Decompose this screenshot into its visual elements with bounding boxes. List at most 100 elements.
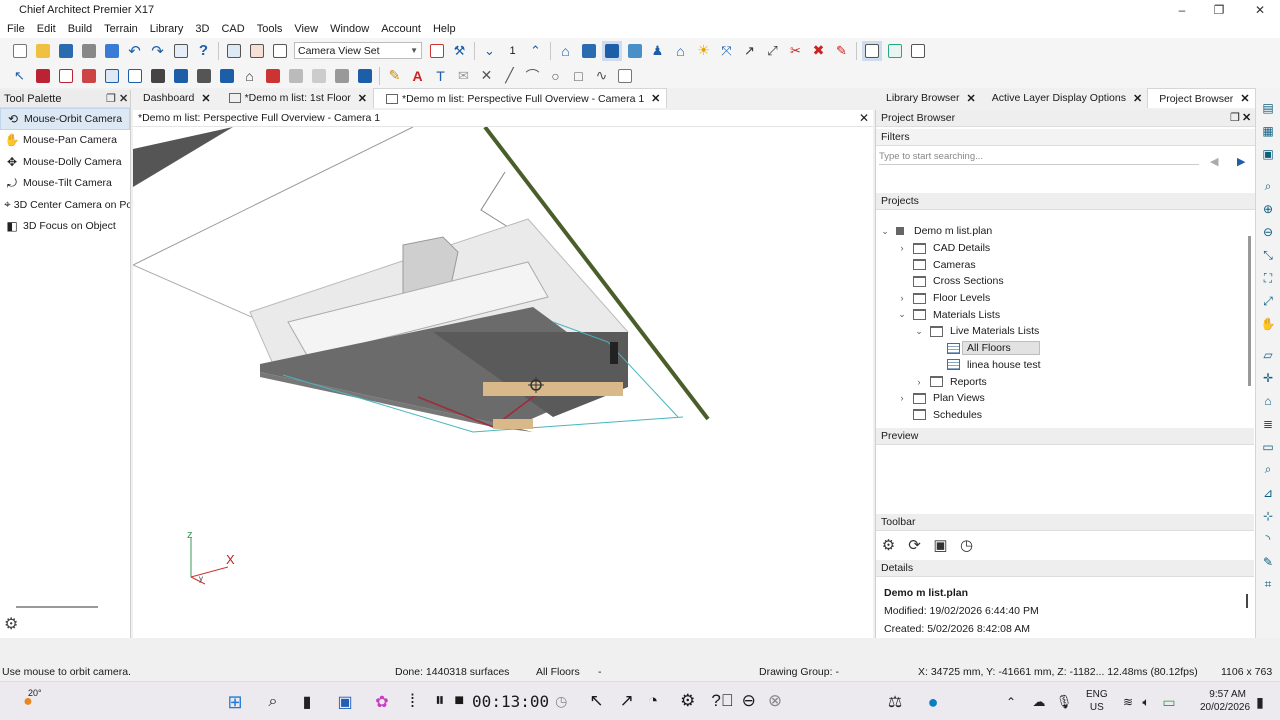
redo-icon[interactable]: ↷ [148,41,168,61]
zoom-out-icon[interactable]: ⊖ [1259,223,1277,241]
home-icon[interactable]: ⌂ [671,41,691,61]
measure-icon[interactable]: ⊿ [1259,484,1277,502]
print-icon[interactable] [79,41,99,61]
terrain-icon[interactable] [309,66,329,86]
page-icon[interactable]: ▭ [1259,438,1277,456]
palette-item[interactable]: ⟲ Mouse-Orbit Camera [0,108,130,130]
close-tab-icon[interactable]: ✕ [201,92,210,105]
close-circle-icon[interactable]: ⊗ [768,691,782,711]
layout-icon[interactable] [171,41,191,61]
tree-item[interactable]: › Reports [876,373,1246,390]
microphone-icon[interactable]: 🎙︎ [1056,691,1073,713]
clock[interactable]: 9:57 AM 20/02/2026 [1200,688,1250,714]
expand-chevron-icon[interactable]: ⌄ [880,226,890,237]
menu-help[interactable]: Help [427,23,462,35]
dimension-icon[interactable] [148,66,168,86]
menu-terrain[interactable]: Terrain [98,23,144,35]
menu-tools[interactable]: Tools [251,23,289,35]
cube-icon[interactable] [355,66,375,86]
rectangle-icon[interactable]: □ [569,66,589,86]
drag-handle-icon[interactable]: ⁞ [410,691,415,712]
cabinet-icon[interactable] [56,66,76,86]
panel-icon[interactable]: ▤ [1259,99,1277,117]
checkbox-icon[interactable] [427,41,447,61]
doc-tab[interactable]: Dashboard ✕ [131,88,217,108]
search-icon[interactable]: ⌕ [262,691,284,713]
menu-file[interactable]: File [1,23,31,35]
menu-window[interactable]: Window [324,23,375,35]
floor-up-icon[interactable]: ⌃ [526,41,546,61]
plane-icon[interactable]: ▱ [1259,346,1277,364]
help-icon[interactable]: ? [194,41,214,61]
tree-item[interactable]: linea house test [876,357,1246,374]
fit-icon[interactable]: ⛶ [1259,269,1277,287]
side-panel-tab[interactable]: Active Layer Display Options ✕ [981,88,1147,108]
search-doc-icon[interactable]: ⌕ [1259,461,1277,479]
minimize-button[interactable]: – [1162,0,1202,20]
toggle-icon[interactable] [102,41,122,61]
split-icon[interactable] [908,41,928,61]
store-icon[interactable]: ▣ [336,691,354,713]
close-tab-icon[interactable]: ✕ [967,92,976,105]
camera-icon[interactable] [579,41,599,61]
line-icon[interactable]: ╱ [500,66,520,86]
gear-icon[interactable]: ⚙ [4,614,18,634]
wall-icon[interactable] [33,66,53,86]
wrench-icon[interactable]: ⚒ [450,41,470,61]
zoom-in-icon[interactable]: ⊕ [1259,200,1277,218]
pause-icon[interactable]: ⏸ [435,690,445,712]
layers-icon[interactable]: ▦ [1259,122,1277,140]
menu-3d[interactable]: 3D [189,23,215,35]
cross-icon[interactable]: ✕ [477,66,497,86]
arc-icon[interactable]: ⌒ [523,66,543,86]
history-icon[interactable]: ◷ [957,535,976,554]
tree-item[interactable]: › Floor Levels [876,290,1246,307]
floor-down-icon[interactable]: ⌄ [480,41,500,61]
export-icon[interactable]: ↗ [740,41,760,61]
pen-icon[interactable]: ↗ [620,691,634,711]
chevron-up-icon[interactable]: ⌃ [1004,691,1018,713]
palette-item[interactable]: ✋ Mouse-Pan Camera [0,130,130,152]
window-tool-icon[interactable] [125,66,145,86]
close-icon[interactable]: ✕ [1242,111,1251,124]
spline-icon[interactable]: ∿ [592,66,612,86]
details-scrollbar[interactable] [1246,594,1248,608]
window-icon[interactable] [861,40,882,61]
close-view-icon[interactable]: ✕ [859,111,869,125]
garage-icon[interactable]: ⌂ [240,66,260,86]
close-tab-icon[interactable]: ✕ [358,92,367,105]
text-style-icon[interactable]: A [408,66,428,86]
side-panel-tab[interactable]: Project Browser ✕ [1147,88,1256,108]
tree-item[interactable]: › CAD Details [876,240,1246,257]
walkthrough-icon[interactable]: ♟ [648,41,668,61]
copilot-icon[interactable]: ✿ [372,691,392,713]
ruler-icon[interactable]: ✎ [832,41,852,61]
expand-chevron-icon[interactable]: › [897,293,907,303]
close-tab-icon[interactable]: ✕ [1240,92,1249,105]
refresh-icon[interactable]: ⟳ [905,535,924,554]
edit-layer-icon[interactable] [224,41,244,61]
framing-icon[interactable] [332,66,352,86]
house-3d-icon[interactable]: ⌂ [1259,392,1277,410]
tree-item[interactable]: Cameras [876,256,1246,273]
menu-build[interactable]: Build [62,23,98,35]
palette-item[interactable]: ◧ 3D Focus on Object [0,216,130,238]
side-panel-tab[interactable]: Library Browser ✕ [875,88,981,108]
library-icon[interactable]: ▣ [1259,145,1277,163]
notification-icon[interactable]: ▮ [1252,691,1268,713]
slab-icon[interactable] [286,66,306,86]
tree-item[interactable]: Schedules [876,407,1246,421]
house-view-icon[interactable]: ⌂ [556,41,576,61]
undo-icon[interactable]: ↶ [125,41,145,61]
expand-chevron-icon[interactable]: › [914,377,924,387]
cad-block-icon[interactable] [615,66,635,86]
file-explorer-icon[interactable]: ▮ [298,691,316,713]
tree-item[interactable]: ⌄ Materials Lists [876,306,1246,323]
tile-icon[interactable] [885,41,905,61]
close-icon[interactable]: ✕ [119,92,128,105]
move-icon[interactable]: ⤢ [763,41,783,61]
arc-tool-icon[interactable]: ◝ [1259,530,1277,548]
battery-icon[interactable]: ▭ [1158,691,1180,713]
search-input[interactable]: Type to start searching... [879,151,1199,165]
tree-item[interactable]: Cross Sections [876,273,1246,290]
